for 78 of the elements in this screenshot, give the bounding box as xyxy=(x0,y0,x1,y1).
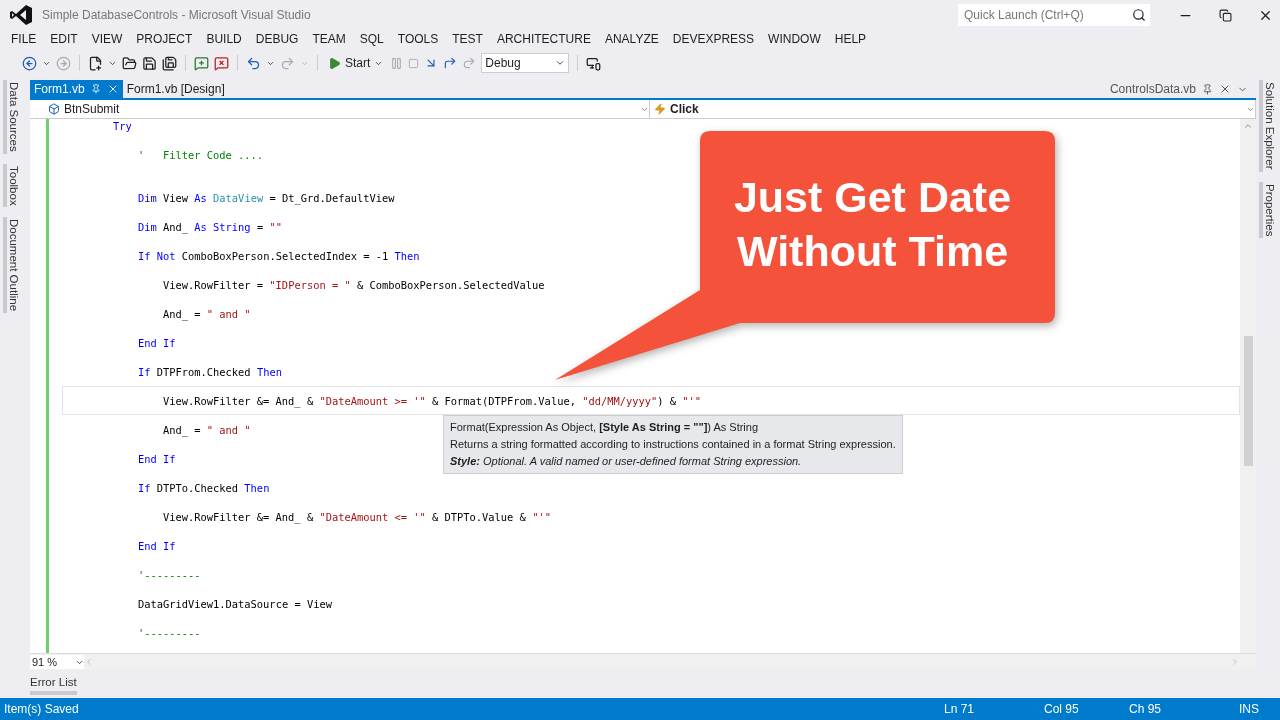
menu-item[interactable]: HELP xyxy=(827,32,874,46)
menu-item[interactable]: ANALYZE xyxy=(597,32,666,46)
code-line: View.RowFilter = "IDPerson = " & ComboBoxPerson.SelectedValue xyxy=(163,278,545,291)
device-icon[interactable] xyxy=(586,55,602,71)
code-line: View.RowFilter &= And_ & "DateAmount >= '" & Format(DTPFrom.Value, "dd/MM/yyyy") & "'" xyxy=(163,394,702,407)
code-line: DataGridView1.DataSource = View xyxy=(138,597,332,610)
code-line: '--------- xyxy=(138,568,201,581)
close-icon[interactable] xyxy=(1219,83,1231,95)
menu-item[interactable]: VIEW xyxy=(84,32,130,46)
menu-item[interactable]: FILE xyxy=(4,32,44,46)
cube-icon xyxy=(48,103,60,115)
signature-text: Format(Expression As Object, [Style As String = ""]) As String xyxy=(450,420,760,435)
menu-item[interactable]: TOOLS xyxy=(390,32,446,46)
code-line: Try xyxy=(113,119,132,132)
side-tab[interactable]: Properties xyxy=(1259,181,1277,238)
member-dropdown[interactable]: Click xyxy=(650,100,1256,118)
side-tab[interactable]: Data Sources xyxy=(3,80,21,154)
comment-icon[interactable] xyxy=(194,55,209,71)
code-line: '--------- xyxy=(138,626,201,639)
preview-tab[interactable]: ControlsData.vb xyxy=(1109,82,1196,96)
logo-icon xyxy=(10,5,32,25)
code-line: If DTPTo.Checked Then xyxy=(138,481,270,494)
menu-item[interactable]: DEVEXPRESS xyxy=(665,32,762,46)
window-title: Simple DatabaseControls - Microsoft Visual Studio xyxy=(42,8,311,22)
code-line: View.RowFilter &= And_ & "DateAmount <= '" & DTPTo.Value & "'" xyxy=(163,510,551,523)
caret-icon xyxy=(555,58,566,68)
menu-item[interactable]: WINDOW xyxy=(761,32,828,46)
lightning-icon xyxy=(654,103,666,115)
code-line: And_ = " and " xyxy=(163,307,251,320)
pin-icon[interactable] xyxy=(1202,83,1213,95)
search-icon[interactable] xyxy=(1132,8,1146,22)
code-line: If DTPFrom.Checked Then xyxy=(138,365,282,378)
char-number: Ch 95 xyxy=(1129,702,1163,716)
code-line: And_ = " and " xyxy=(163,423,251,436)
code-line: ' Filter Code .... xyxy=(138,148,264,161)
code-line: End If xyxy=(138,539,176,552)
side-tab[interactable]: Document Outline xyxy=(3,217,21,314)
new-file-icon[interactable] xyxy=(88,55,103,71)
restore-icon[interactable] xyxy=(1218,8,1232,22)
start-button[interactable]: Start xyxy=(326,56,386,70)
line-number: Ln 71 xyxy=(944,702,976,716)
type-dropdown[interactable]: BtnSubmit xyxy=(30,100,650,118)
side-tab[interactable]: Toolbox xyxy=(3,163,21,208)
menu-item[interactable]: EDIT xyxy=(43,32,85,46)
insert-mode: INS xyxy=(1239,702,1259,716)
code-line: Dim View As DataView = Dt_Grd.DefaultView xyxy=(138,191,395,204)
document-tab[interactable]: Form1.vb [Design] xyxy=(122,80,229,98)
play-icon xyxy=(328,56,341,70)
description-text: Returns a string formatted according to instructions contained in a format String expression. xyxy=(450,437,896,452)
menu-item[interactable]: TEST xyxy=(445,32,490,46)
menu-item[interactable]: BUILD xyxy=(199,32,249,46)
menu-item[interactable]: TEAM xyxy=(305,32,353,46)
zoom-dropdown[interactable]: 91 % xyxy=(30,655,84,669)
scrollbar-thumb[interactable] xyxy=(1243,336,1253,466)
side-tab[interactable]: Solution Explorer xyxy=(1259,80,1277,172)
save-all-icon[interactable] xyxy=(162,55,177,71)
uncomment-icon[interactable] xyxy=(214,55,229,71)
callout-text: Just Get Date Without Time xyxy=(732,172,1013,277)
parameter-text: Style: Optional. A valid named or user-defined format String expression. xyxy=(450,454,803,469)
code-line: End If xyxy=(138,452,176,465)
document-tab[interactable]: Form1.vb xyxy=(30,80,123,98)
menu-item[interactable]: PROJECT xyxy=(129,32,200,46)
menu-item[interactable]: DEBUG xyxy=(248,32,306,46)
menu-item[interactable]: ARCHITECTURE xyxy=(489,32,598,46)
status-message: Item(s) Saved xyxy=(4,702,80,716)
save-icon[interactable] xyxy=(142,55,157,71)
pin-icon[interactable] xyxy=(90,84,101,94)
code-line: If Not ComboBoxPerson.SelectedIndex = -1 Then xyxy=(138,249,420,262)
menu-item[interactable]: SQL xyxy=(352,32,391,46)
undo-icon[interactable] xyxy=(246,55,261,71)
code-line: End If xyxy=(138,336,176,349)
column-number: Col 95 xyxy=(1044,702,1080,716)
back-icon[interactable] xyxy=(22,55,37,71)
configuration-dropdown[interactable]: Debug xyxy=(481,53,570,73)
step-over-icon[interactable] xyxy=(443,56,458,70)
quick-launch-field[interactable]: Quick Launch (Ctrl+Q) xyxy=(958,4,1128,26)
code-line: Dim And_ As String = "" xyxy=(138,220,282,233)
open-folder-icon[interactable] xyxy=(122,55,137,71)
